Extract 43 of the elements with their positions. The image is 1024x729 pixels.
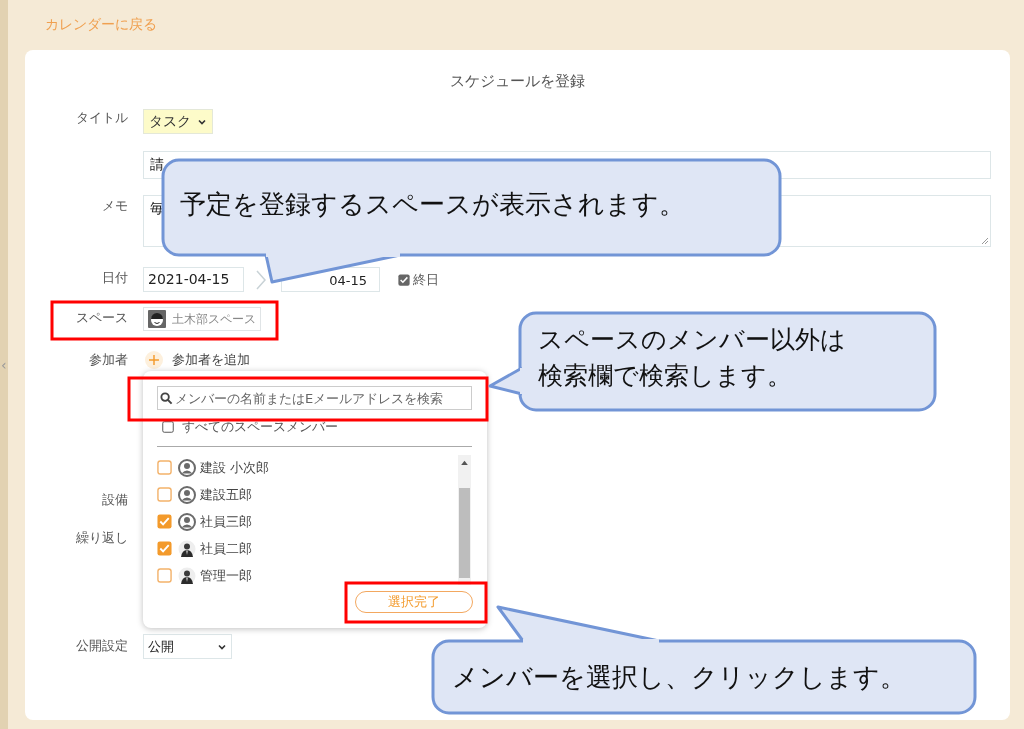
- checkbox[interactable]: [157, 568, 172, 583]
- scroll-up-icon[interactable]: [461, 460, 468, 465]
- field-label: 日付: [102, 269, 128, 287]
- checkbox[interactable]: [157, 460, 172, 475]
- field-label: 参加者: [89, 351, 128, 369]
- search-field[interactable]: メンバーの名前またはEメールアドレスを検索: [157, 386, 472, 410]
- scrollbar[interactable]: [458, 455, 471, 585]
- worker-icon: [148, 310, 166, 328]
- resize-grip-icon[interactable]: [981, 237, 989, 245]
- checkbox[interactable]: [157, 541, 172, 556]
- search-icon: [160, 391, 173, 405]
- avatar-icon: [178, 566, 196, 585]
- member-name: 建設 小次郎: [200, 458, 270, 477]
- scrollbar-thumb[interactable]: [459, 488, 470, 578]
- avatar-icon: [178, 485, 196, 504]
- avatar-icon: [178, 539, 196, 558]
- add-participant-link[interactable]: 参加者を追加: [172, 351, 250, 369]
- member-name: 建設五郎: [200, 485, 252, 504]
- checkbox-label: すべてのスペースメンバー: [182, 418, 338, 436]
- space-chip[interactable]: 土木部スペース: [143, 307, 261, 331]
- checkbox[interactable]: [162, 421, 174, 433]
- form-heading: スケジュールを登録: [449, 71, 586, 91]
- field-label: 繰り返し: [76, 529, 128, 547]
- checkbox[interactable]: [157, 514, 172, 529]
- visibility-dropdown[interactable]: 公開: [143, 634, 232, 659]
- avatar-icon: [178, 458, 196, 477]
- chevron-icon: [255, 269, 267, 290]
- avatar-icon: [178, 512, 196, 531]
- start-date-field[interactable]: 2021-04-15: [143, 267, 244, 292]
- plus-icon[interactable]: [145, 351, 163, 369]
- category-dropdown[interactable]: タスク: [143, 109, 213, 134]
- member-name: 社員三郎: [200, 512, 252, 531]
- field-label: タイトル: [76, 109, 128, 127]
- member-name: 社員二郎: [200, 539, 252, 558]
- checkbox[interactable]: [398, 273, 410, 286]
- member-name: 管理一郎: [200, 566, 252, 585]
- field-label: 設備: [102, 491, 128, 509]
- checkbox-label: 終日: [413, 270, 439, 289]
- checkbox[interactable]: [157, 487, 172, 502]
- callout-tooltip: スペースのメンバー以外は検索欄で検索します。: [488, 311, 937, 412]
- field-label: メモ: [102, 197, 128, 215]
- field-label: スペース: [76, 309, 128, 327]
- field-label: 公開設定: [76, 637, 128, 655]
